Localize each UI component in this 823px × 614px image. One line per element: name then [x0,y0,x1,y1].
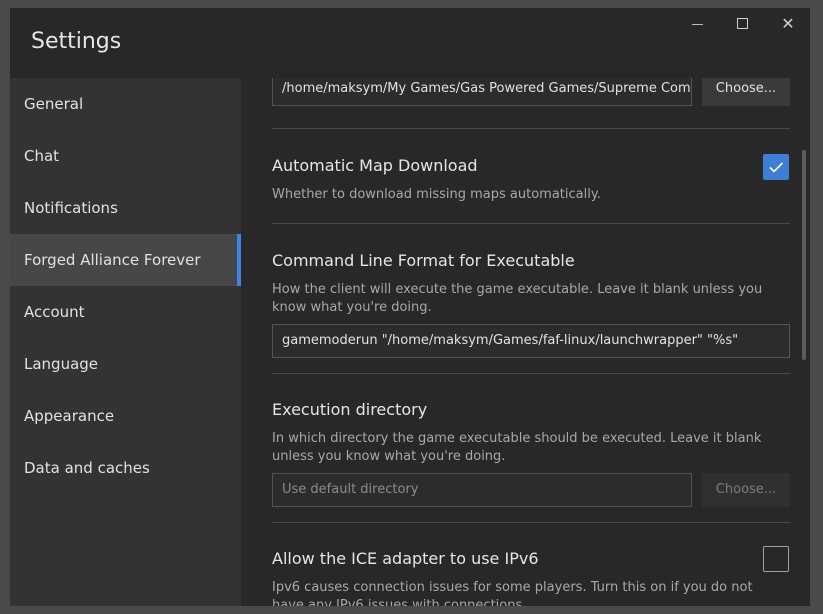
ice-ipv6-checkbox[interactable] [763,546,789,572]
sidebar-item-appearance[interactable]: Appearance [10,390,241,442]
settings-content: /home/maksym/My Games/Gas Powered Games/… [241,78,810,606]
sidebar-item-label: Notifications [24,199,118,217]
command-line-title: Command Line Format for Executable [272,251,575,270]
command-line-description: How the client will execute the game exe… [272,282,763,315]
divider [272,373,790,374]
execution-directory-choose-button[interactable]: Choose... [702,473,790,507]
sidebar-item-forged-alliance-forever[interactable]: Forged Alliance Forever [10,234,241,286]
sidebar-item-label: Data and caches [24,459,150,477]
maximize-icon[interactable] [729,14,757,34]
divider [272,128,790,129]
sidebar-item-label: Chat [24,147,60,165]
ice-ipv6-description: Ipv6 causes connection issues for some p… [272,580,753,606]
window-title: Settings [31,29,122,54]
content-scrollbar[interactable] [802,150,806,360]
sidebar-item-label: Forged Alliance Forever [24,251,201,269]
minimize-icon[interactable] [684,14,712,34]
sidebar-item-account[interactable]: Account [10,286,241,338]
execution-directory-input[interactable]: Use default directory [272,473,692,507]
divider [272,522,790,523]
sidebar-item-language[interactable]: Language [10,338,241,390]
sidebar: General Chat Notifications Forged Allian… [10,78,241,606]
game-path-choose-button[interactable]: Choose... [702,78,790,106]
sidebar-item-chat[interactable]: Chat [10,130,241,182]
sidebar-item-label: Appearance [24,407,115,425]
auto-map-download-checkbox[interactable] [763,154,789,180]
settings-window: Settings ✕ General Chat Notifications Fo… [10,8,810,606]
execution-directory-description: In which directory the game executable s… [272,431,762,464]
auto-map-download-title: Automatic Map Download [272,156,478,175]
sidebar-item-label: Language [24,355,99,373]
title-bar: Settings ✕ [10,8,810,78]
sidebar-item-label: Account [24,303,85,321]
close-icon[interactable]: ✕ [774,14,802,34]
sidebar-item-label: General [24,95,84,113]
checkmark-icon [769,162,784,173]
command-line-input[interactable]: gamemoderun "/home/maksym/Games/faf-linu… [272,324,790,358]
game-path-input[interactable]: /home/maksym/My Games/Gas Powered Games/… [272,78,692,106]
sidebar-item-notifications[interactable]: Notifications [10,182,241,234]
ice-ipv6-title: Allow the ICE adapter to use IPv6 [272,549,539,568]
execution-directory-title: Execution directory [272,400,428,419]
divider [272,223,790,224]
sidebar-item-general[interactable]: General [10,78,241,130]
auto-map-download-description: Whether to download missing maps automat… [272,187,601,202]
sidebar-item-data-and-caches[interactable]: Data and caches [10,442,241,494]
